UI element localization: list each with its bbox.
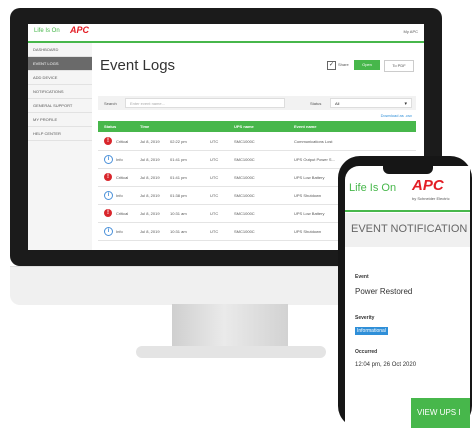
account-link[interactable]: My APC xyxy=(404,29,418,34)
severity-value: Informational xyxy=(355,325,388,335)
row-ups: SMC1000C xyxy=(234,229,255,234)
row-tz: UTC xyxy=(210,229,219,234)
row-status: Critical xyxy=(116,139,129,144)
row-date: Jul 8, 2019 xyxy=(140,175,160,180)
row-status: Critical xyxy=(116,175,129,180)
row-status: Info xyxy=(116,193,123,198)
sidebar-item-dashboard[interactable]: Dashboard xyxy=(28,43,92,57)
severity-select-value: All xyxy=(335,101,340,106)
occurred-label: Occurred xyxy=(355,349,378,355)
row-time: 10:31 am xyxy=(170,211,187,216)
sidebar-item-help-center[interactable]: Help Center xyxy=(28,127,92,141)
critical-icon: ! xyxy=(104,137,112,145)
severity-value-text: Informational xyxy=(355,327,388,335)
row-tz: UTC xyxy=(210,211,219,216)
row-tz: UTC xyxy=(210,193,219,198)
notification-title: EVENT NOTIFICATION xyxy=(351,223,468,235)
sidebar-item-general-support[interactable]: General Support xyxy=(28,99,92,113)
critical-icon: ! xyxy=(104,209,112,217)
row-time: 01:41 pm xyxy=(170,175,187,180)
page-title: Event Logs xyxy=(100,57,176,74)
pdf-button[interactable]: To PDF xyxy=(384,60,414,72)
header-event-name[interactable]: Event name xyxy=(294,124,316,129)
row-date: Jul 8, 2019 xyxy=(140,139,160,144)
row-date: Jul 8, 2019 xyxy=(140,211,160,216)
row-time: 01:38 pm xyxy=(170,193,187,198)
row-status: Info xyxy=(116,229,123,234)
row-ups: SMC1000C xyxy=(234,193,255,198)
phone-notch xyxy=(383,166,433,174)
row-event: UPS Shutdown xyxy=(294,193,322,198)
table-row[interactable]: ! Critical Jul 8, 2019 02:22 pm UTC SMC1… xyxy=(98,133,416,151)
table-header: Status Time UPS name Event name xyxy=(98,121,416,132)
top-bar: Life Is On APC My APC xyxy=(28,24,424,43)
phone-brand-tagline: Life Is On xyxy=(349,182,397,194)
phone-screen: Life Is On APC by Schneider Electric EVE… xyxy=(345,166,470,428)
row-time: 02:22 pm xyxy=(170,139,187,144)
row-event: UPS Low Battery xyxy=(294,175,325,180)
row-date: Jul 8, 2019 xyxy=(140,193,160,198)
header-time[interactable]: Time xyxy=(140,124,149,129)
info-icon: i xyxy=(104,227,113,236)
sidebar: Dashboard Event Logs Add Device Notifica… xyxy=(28,43,92,250)
row-event: Communications Lost xyxy=(294,139,333,144)
header-ups-name[interactable]: UPS name xyxy=(234,124,254,129)
filter-bar: Search Enter event name... Status All ▾ xyxy=(98,96,416,110)
phone-frame: Life Is On APC by Schneider Electric EVE… xyxy=(338,156,472,428)
notification-banner: EVENT NOTIFICATION xyxy=(345,213,470,247)
severity-label: Status xyxy=(310,101,322,106)
open-button[interactable]: Open xyxy=(354,60,380,70)
share-checkbox-label: Share xyxy=(338,62,349,67)
row-ups: SMC1000C xyxy=(234,175,255,180)
severity-select[interactable]: All ▾ xyxy=(330,98,412,108)
row-event: UPS Output Power S... xyxy=(294,157,335,162)
row-time: 10:31 am xyxy=(170,229,187,234)
event-label: Event xyxy=(355,274,369,280)
sidebar-item-notifications[interactable]: Notifications xyxy=(28,85,92,99)
view-ups-button[interactable]: VIEW UPS I xyxy=(411,398,470,428)
row-tz: UTC xyxy=(210,157,219,162)
critical-icon: ! xyxy=(104,173,112,181)
search-label: Search xyxy=(104,101,117,106)
chevron-down-icon: ▾ xyxy=(404,101,407,107)
row-ups: SMC1000C xyxy=(234,157,255,162)
download-csv-link[interactable]: Download as .csv xyxy=(381,113,412,118)
row-tz: UTC xyxy=(210,175,219,180)
sidebar-item-event-logs[interactable]: Event Logs xyxy=(28,57,92,71)
occurred-value: 12:04 pm, 26 Oct 2020 xyxy=(355,362,417,368)
row-ups: SMC1000C xyxy=(234,211,255,216)
header-status[interactable]: Status xyxy=(104,124,116,129)
row-event: UPS Low Battery xyxy=(294,211,325,216)
phone-brand-byline: by Schneider Electric xyxy=(412,196,450,201)
phone-apc-logo: APC xyxy=(412,177,444,194)
monitor-base xyxy=(136,346,326,358)
phone-header: Life Is On APC by Schneider Electric xyxy=(345,174,470,212)
row-ups: SMC1000C xyxy=(234,139,255,144)
severity-label: Severity xyxy=(355,315,375,321)
row-tz: UTC xyxy=(210,139,219,144)
event-value: Power Restored xyxy=(355,287,413,296)
row-date: Jul 8, 2019 xyxy=(140,229,160,234)
search-input[interactable]: Enter event name... xyxy=(125,98,285,108)
row-event: UPS Shutdown xyxy=(294,229,322,234)
row-status: Info xyxy=(116,157,123,162)
share-checkbox[interactable]: ✓ xyxy=(327,61,336,70)
info-icon: i xyxy=(104,155,113,164)
sidebar-item-add-device[interactable]: Add Device xyxy=(28,71,92,85)
row-time: 01:41 pm xyxy=(170,157,187,162)
row-date: Jul 8, 2019 xyxy=(140,157,160,162)
row-status: Critical xyxy=(116,211,129,216)
apc-logo[interactable]: APC xyxy=(70,25,89,35)
brand-tagline: Life Is On xyxy=(34,28,60,34)
sidebar-item-my-profile[interactable]: My Profile xyxy=(28,113,92,127)
info-icon: i xyxy=(104,191,113,200)
